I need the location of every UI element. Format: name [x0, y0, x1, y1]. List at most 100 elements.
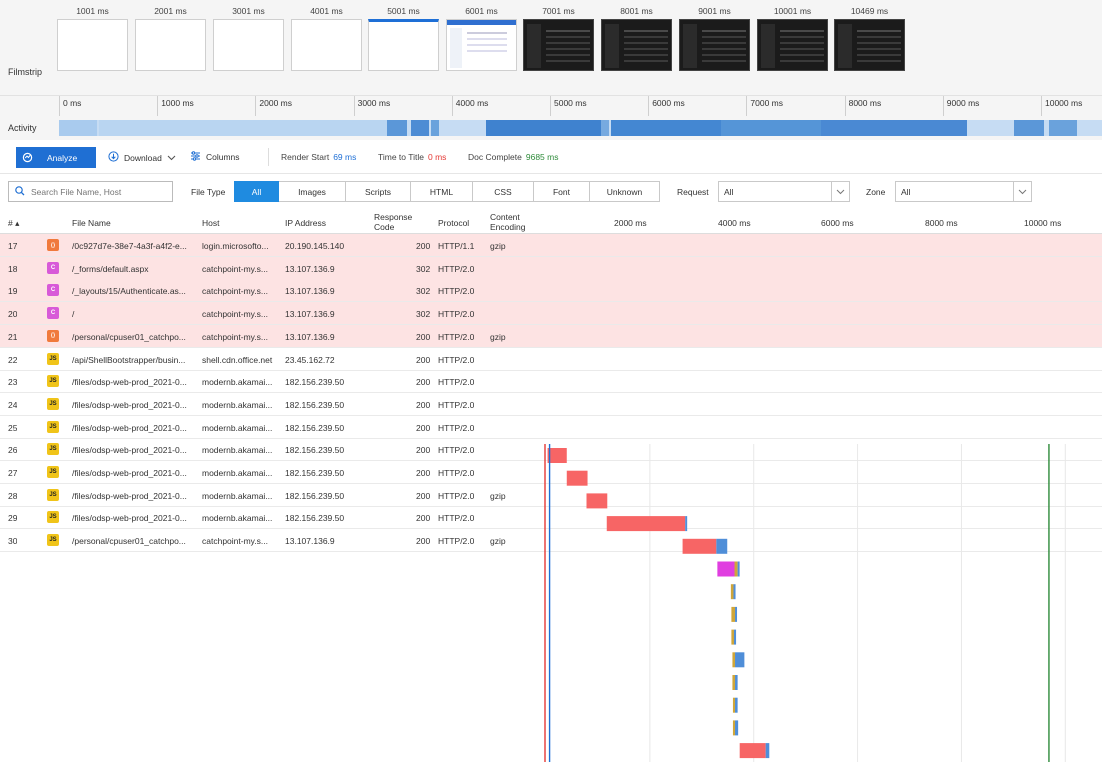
- table-row[interactable]: 24 JS/files/odsp-web-prod_2021-0... modern…: [0, 393, 1102, 416]
- filmstrip-frame[interactable]: 8001 ms: [601, 5, 672, 71]
- frame-time: 4001 ms: [310, 6, 343, 16]
- filmstrip-frame[interactable]: 4001 ms: [291, 5, 362, 71]
- columns-button[interactable]: Columns: [190, 151, 240, 163]
- file-type-unknown[interactable]: Unknown: [590, 181, 660, 202]
- row-file-name[interactable]: /_forms/default.aspx: [72, 264, 197, 274]
- table-row[interactable]: 23 JS/files/odsp-web-prod_2021-0... modern…: [0, 370, 1102, 394]
- row-file-name[interactable]: /files/odsp-web-prod_2021-0...: [72, 377, 197, 387]
- waterfall-bar-wait[interactable]: [732, 697, 736, 713]
- table-row[interactable]: 22 JS/api/ShellBootstrapper/busin... shell…: [0, 348, 1102, 371]
- filmstrip-frame[interactable]: 2001 ms: [135, 5, 206, 71]
- col-encoding-header[interactable]: Content Encoding: [490, 212, 525, 232]
- filmstrip-frame[interactable]: 1001 ms: [57, 5, 128, 71]
- row-file-name[interactable]: /_layouts/15/Authenticate.as...: [72, 286, 197, 296]
- row-file-name[interactable]: /: [72, 309, 197, 319]
- row-file-name[interactable]: /files/odsp-web-prod_2021-0...: [72, 423, 197, 433]
- table-row[interactable]: 28 JS/files/odsp-web-prod_2021-0... modern…: [0, 484, 1102, 507]
- row-file-name[interactable]: /personal/cpuser01_catchpo...: [72, 332, 197, 342]
- waterfall-bar-wait[interactable]: [732, 720, 736, 736]
- waterfall-bar-wait[interactable]: [732, 652, 736, 668]
- col-code-header-line2: Code: [374, 222, 395, 232]
- row-file-name[interactable]: /api/ShellBootstrapper/busin...: [72, 355, 197, 365]
- file-type-all[interactable]: All: [234, 181, 279, 202]
- waterfall-bar-content[interactable]: [735, 652, 745, 668]
- waterfall-bar-content[interactable]: [735, 606, 738, 622]
- col-host-header[interactable]: Host: [202, 218, 219, 228]
- row-file-name[interactable]: /files/odsp-web-prod_2021-0...: [72, 491, 197, 501]
- waterfall-bar-content[interactable]: [735, 720, 739, 736]
- row-file-name[interactable]: /0c927d7e-38e7-4a3f-a4f2-e...: [72, 241, 197, 251]
- row-file-name[interactable]: /personal/cpuser01_catchpo...: [72, 536, 197, 546]
- row-code: 200: [416, 445, 431, 456]
- frame-time: 3001 ms: [232, 6, 265, 16]
- row-num: 24: [8, 399, 18, 410]
- file-type-scripts[interactable]: Scripts: [346, 181, 411, 202]
- filmstrip-frame[interactable]: 9001 ms: [679, 5, 750, 71]
- frame-thumbnail: [679, 19, 750, 71]
- table-row[interactable]: 21 ⟨⟩ /personal/cpuser01_catchpo... catchpo…: [0, 324, 1102, 348]
- filmstrip-frame[interactable]: 3001 ms: [213, 5, 284, 71]
- activity-label: Activity: [8, 123, 37, 133]
- col-code-header[interactable]: Response Code: [374, 212, 412, 232]
- table-row[interactable]: 26 JS/files/odsp-web-prod_2021-0... modern…: [0, 438, 1102, 462]
- col-num-header[interactable]: # ▴: [8, 218, 19, 228]
- file-type-font[interactable]: Font: [534, 181, 590, 202]
- filmstrip-frame[interactable]: 10001 ms: [757, 5, 828, 71]
- table-row[interactable]: 20 C / catchpoint-my.s... 13.107.136.9 302 HTT…: [0, 302, 1102, 326]
- search-box[interactable]: [8, 181, 173, 202]
- table-row[interactable]: 25 JS/files/odsp-web-prod_2021-0... modern…: [0, 416, 1102, 439]
- activity-bar[interactable]: [59, 120, 1102, 136]
- waterfall-tick-10000: 10000 ms: [1024, 218, 1062, 228]
- waterfall-bar-content[interactable]: [735, 675, 738, 690]
- waterfall-bar-content[interactable]: [735, 697, 738, 713]
- waterfall-bar-error_bar[interactable]: [739, 743, 766, 759]
- row-code: 302: [416, 286, 431, 297]
- analyze-icon: [22, 152, 33, 163]
- table-row[interactable]: 17 ⟨⟩ /0c927d7e-38e7-4a3f-a4f2-e... login.m…: [0, 234, 1102, 257]
- download-dropdown[interactable]: Download: [108, 151, 176, 164]
- row-file-name[interactable]: /files/odsp-web-prod_2021-0...: [72, 468, 197, 478]
- row-protocol: HTTP/2.0: [438, 536, 475, 547]
- waterfall-bar-js_exec[interactable]: [717, 561, 735, 577]
- timeline: 0 ms 1000 ms 2000 ms 3000 ms 4000 ms 5000 ms 6…: [0, 95, 1102, 140]
- table-row[interactable]: 30 JS/personal/cpuser01_catchpo... catchpo…: [0, 529, 1102, 553]
- row-code: 302: [416, 263, 431, 274]
- row-file-name[interactable]: /files/odsp-web-prod_2021-0...: [72, 513, 197, 523]
- filmstrip-frame[interactable]: 5001 ms: [368, 5, 439, 71]
- chevron-down-icon: [1013, 182, 1031, 201]
- row-file-name[interactable]: /files/odsp-web-prod_2021-0...: [72, 445, 197, 455]
- waterfall-bar-content[interactable]: [733, 584, 736, 600]
- table-row[interactable]: 19 C /_layouts/15/Authenticate.as... catchp…: [0, 279, 1102, 303]
- frame-time: 10001 ms: [773, 6, 812, 16]
- waterfall-bar-wait[interactable]: [731, 629, 734, 645]
- row-protocol: HTTP/2.0: [438, 513, 475, 524]
- col-ip-header[interactable]: IP Address: [285, 218, 326, 228]
- waterfall-bar-content[interactable]: [737, 561, 740, 577]
- file-type-html[interactable]: HTML: [411, 181, 473, 202]
- frame-thumbnail: [135, 19, 206, 71]
- waterfall-bar-content[interactable]: [765, 743, 770, 759]
- zone-select[interactable]: All: [895, 181, 1032, 202]
- file-type-images[interactable]: Images: [279, 181, 346, 202]
- search-input[interactable]: [31, 186, 151, 197]
- filmstrip-frame[interactable]: 7001 ms: [523, 5, 594, 71]
- waterfall-bar-wait[interactable]: [731, 606, 736, 622]
- row-file-name[interactable]: /files/odsp-web-prod_2021-0...: [72, 400, 197, 410]
- waterfall-bar-wait[interactable]: [732, 675, 736, 690]
- col-protocol-header[interactable]: Protocol: [438, 218, 469, 228]
- search-icon: [15, 185, 25, 198]
- table-row[interactable]: 29 JS/files/odsp-web-prod_2021-0... modern…: [0, 506, 1102, 530]
- waterfall-bar-wait[interactable]: [730, 584, 734, 600]
- filmstrip-frame[interactable]: 10469 ms: [834, 5, 905, 71]
- table-row[interactable]: 18 C /_forms/default.aspx catchpoint-my.s..…: [0, 256, 1102, 280]
- frame-time: 8001 ms: [620, 6, 653, 16]
- waterfall-bar-content[interactable]: [733, 629, 737, 645]
- filmstrip-frame[interactable]: 6001 ms: [446, 5, 517, 71]
- table-row[interactable]: 27 JS/files/odsp-web-prod_2021-0... modern…: [0, 461, 1102, 484]
- waterfall-bar-wait[interactable]: [734, 561, 738, 577]
- frame-time: 2001 ms: [154, 6, 187, 16]
- file-type-css[interactable]: CSS: [473, 181, 534, 202]
- request-select[interactable]: All: [718, 181, 850, 202]
- col-file-header[interactable]: File Name: [72, 218, 111, 228]
- analyze-button[interactable]: Analyze: [16, 147, 96, 168]
